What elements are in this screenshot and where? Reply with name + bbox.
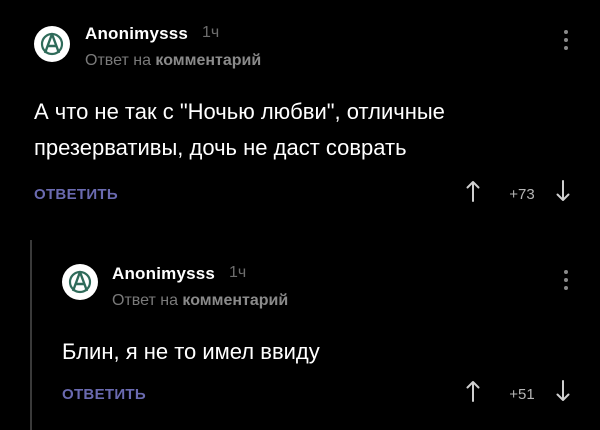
comment: Anonimysss 1ч Ответ на комментарий А что…: [0, 0, 600, 225]
comment-text: А что не так с "Ночью любви", отличные п…: [34, 94, 445, 166]
reply-to-label: Ответ на комментарий: [85, 52, 261, 70]
comment: Anonimysss 1ч Ответ на комментарий Блин,…: [0, 238, 600, 430]
comment-text-line: презервативы, дочь не даст соврать: [34, 135, 407, 160]
comment-time: 1ч: [229, 264, 247, 281]
reply-target-link[interactable]: комментарий: [182, 292, 288, 309]
reply-button[interactable]: ОТВЕТИТЬ: [34, 186, 118, 203]
username[interactable]: Anonimysss: [112, 264, 215, 284]
arrow-up-icon[interactable]: [466, 180, 480, 202]
score: +51: [509, 386, 535, 403]
reply-to-label: Ответ на комментарий: [112, 292, 288, 310]
anarchy-symbol-icon: [40, 32, 64, 56]
comment-text-line: Блин, я не то имел ввиду: [62, 339, 320, 364]
score: +73: [509, 186, 535, 203]
kebab-menu-icon[interactable]: [562, 30, 570, 50]
username[interactable]: Anonimysss: [85, 24, 188, 44]
arrow-up-icon[interactable]: [466, 380, 480, 402]
kebab-menu-icon[interactable]: [562, 270, 570, 290]
comment-text-line: А что не так с "Ночью любви", отличные: [34, 99, 445, 124]
avatar[interactable]: [62, 264, 98, 300]
reply-prefix: Ответ на: [85, 52, 151, 69]
reply-target-link[interactable]: комментарий: [155, 52, 261, 69]
comment-time: 1ч: [202, 24, 220, 41]
arrow-down-icon[interactable]: [556, 380, 570, 402]
anarchy-symbol-icon: [68, 270, 92, 294]
comment-text: Блин, я не то имел ввиду: [62, 334, 320, 370]
reply-prefix: Ответ на: [112, 292, 178, 309]
reply-button[interactable]: ОТВЕТИТЬ: [62, 386, 146, 403]
arrow-down-icon[interactable]: [556, 180, 570, 202]
avatar[interactable]: [34, 26, 70, 62]
